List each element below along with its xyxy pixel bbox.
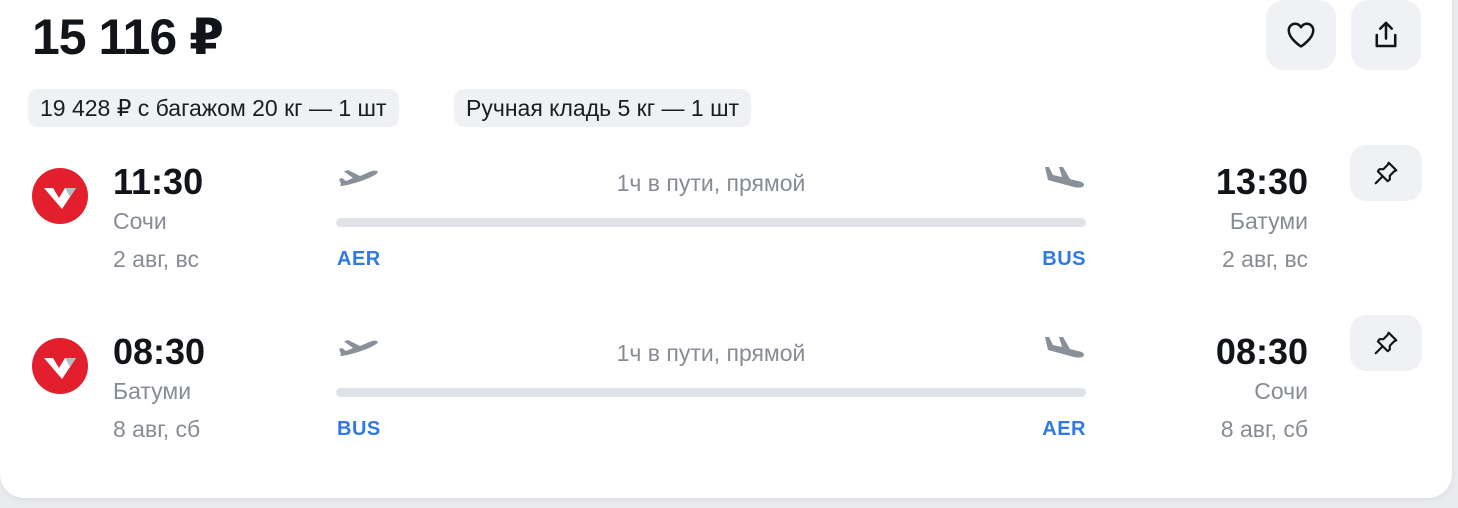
arrival-time: 13:30 — [1215, 161, 1308, 202]
flight-segment-outbound: 11:30 Сочи 2 авг, вс 1ч в пути, прямой A… — [0, 145, 1452, 314]
arrival-city: Батуми — [1229, 208, 1308, 234]
departure-time: 08:30 — [113, 331, 206, 372]
pin-segment-button[interactable] — [1350, 145, 1422, 201]
landing-icon — [1045, 337, 1084, 358]
flight-duration: 1ч в пути, прямой — [616, 340, 806, 366]
arrival-time: 08:30 — [1215, 331, 1308, 372]
departure-airport-code: BUS — [337, 418, 381, 440]
ticket-price: 15 116 ₽ — [32, 9, 224, 65]
airline-logo — [32, 168, 88, 224]
route-line — [336, 218, 1086, 227]
favorite-button[interactable] — [1266, 0, 1336, 70]
departure-city: Сочи — [113, 208, 167, 234]
departure-time: 11:30 — [113, 161, 204, 202]
pin-icon — [1374, 331, 1398, 355]
share-button[interactable] — [1351, 0, 1421, 70]
share-icon — [1375, 21, 1397, 48]
arrival-date: 2 авг, вс — [1221, 246, 1308, 272]
carry-on-info-chip: Ручная кладь 5 кг — 1 шт — [454, 89, 752, 127]
pin-icon — [1374, 161, 1398, 185]
heart-icon — [1287, 22, 1315, 48]
route-line — [336, 388, 1086, 397]
departure-city: Батуми — [113, 378, 192, 404]
pin-segment-button[interactable] — [1350, 315, 1422, 371]
departure-date: 8 авг, сб — [113, 416, 201, 442]
flight-offer-card[interactable]: 15 116 ₽ 19 428 ₽ с багажом 20 кг — 1 шт… — [0, 0, 1452, 498]
baggage-option-chip[interactable]: 19 428 ₽ с багажом 20 кг — 1 шт — [28, 89, 399, 127]
arrival-airport-code: BUS — [1042, 248, 1086, 270]
flight-duration: 1ч в пути, прямой — [616, 170, 806, 196]
flight-segment-return: 08:30 Батуми 8 авг, сб 1ч в пути, прямой… — [0, 315, 1452, 484]
landing-icon — [1045, 167, 1084, 188]
arrival-date: 8 авг, сб — [1220, 416, 1308, 442]
arrival-city: Сочи — [1254, 378, 1308, 404]
airline-logo — [32, 338, 88, 394]
departure-airport-code: AER — [337, 248, 381, 270]
arrival-airport-code: AER — [1042, 418, 1086, 440]
departure-date: 2 авг, вс — [113, 246, 200, 272]
